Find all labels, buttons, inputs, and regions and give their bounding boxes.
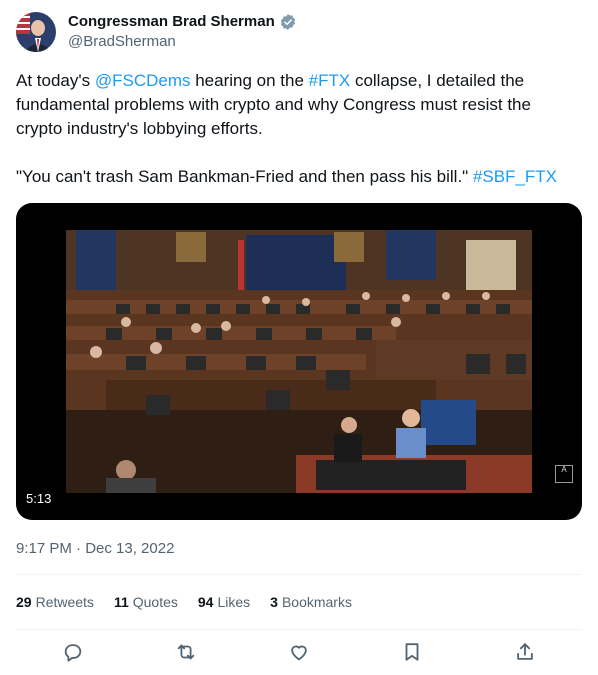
tweet-paragraph-1: At today's @FSCDems hearing on the #FTX … <box>16 69 576 141</box>
tweet-header: Congressman Brad Sherman @BradSherman <box>16 12 297 52</box>
tweet-actions <box>16 630 582 674</box>
text-segment: hearing on the <box>190 71 309 90</box>
quotes-label: Quotes <box>132 594 178 610</box>
share-icon <box>517 643 534 660</box>
author-name[interactable]: Congressman Brad Sherman <box>68 12 275 32</box>
retweets-count: 29 <box>16 594 32 610</box>
heart-icon <box>291 645 307 661</box>
retweets-label: Retweets <box>35 594 94 610</box>
author-handle[interactable]: @BradSherman <box>68 32 297 52</box>
avatar[interactable] <box>16 12 56 52</box>
tweet-text: At today's @FSCDems hearing on the #FTX … <box>16 69 576 189</box>
text-segment: "You can't trash Sam Bankman-Fried and t… <box>16 167 473 186</box>
quotes-stat[interactable]: 11 Quotes <box>114 594 178 610</box>
reply-icon <box>64 644 81 662</box>
mention-link[interactable]: @FSCDems <box>95 71 191 90</box>
retweet-button[interactable] <box>166 632 206 672</box>
retweet-icon <box>177 644 195 660</box>
author-names: Congressman Brad Sherman @BradSherman <box>68 12 297 52</box>
content-badge-icon: A <box>555 465 573 483</box>
hashtag-link-sbf-ftx[interactable]: #SBF_FTX <box>473 167 557 186</box>
bookmarks-count: 3 <box>270 594 278 610</box>
likes-stat[interactable]: 94 Likes <box>198 594 250 610</box>
verified-badge-icon <box>280 14 295 30</box>
tweet-timestamp[interactable]: 9:17 PM · Dec 13, 2022 <box>16 540 174 557</box>
bookmark-button[interactable] <box>392 632 432 672</box>
quotes-count: 11 <box>113 594 129 610</box>
text-segment: At today's <box>16 71 95 90</box>
author-name-row[interactable]: Congressman Brad Sherman <box>68 12 297 32</box>
video-player[interactable]: 5:13 A <box>16 203 582 520</box>
hashtag-link-ftx[interactable]: #FTX <box>309 71 351 90</box>
reply-button[interactable] <box>53 632 93 672</box>
tweet-paragraph-2: "You can't trash Sam Bankman-Fried and t… <box>16 165 576 189</box>
like-button[interactable] <box>279 632 319 672</box>
bookmark-icon <box>405 643 419 661</box>
bookmarks-label: Bookmarks <box>281 594 352 610</box>
tweet-stats: 29 Retweets 11 Quotes 94 Likes 3 Bookmarks <box>16 574 582 630</box>
likes-count: 94 <box>197 594 214 610</box>
video-duration: 5:13 <box>26 491 52 506</box>
video-frame[interactable] <box>66 230 532 493</box>
likes-label: Likes <box>217 594 251 610</box>
bookmarks-stat[interactable]: 3 Bookmarks <box>270 594 352 610</box>
retweets-stat[interactable]: 29 Retweets <box>16 594 94 610</box>
share-button[interactable] <box>505 632 545 672</box>
tweet: Congressman Brad Sherman @BradSherman At… <box>0 0 598 675</box>
